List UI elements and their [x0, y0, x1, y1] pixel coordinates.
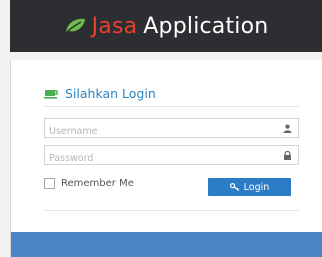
password-field[interactable]	[44, 145, 299, 168]
leaf-icon	[65, 18, 85, 33]
login-panel: Silahkan Login Remember Me Login	[10, 60, 322, 257]
login-title: Silahkan Login	[44, 86, 156, 101]
coffee-cup-icon	[44, 90, 58, 99]
brand-word-jasa: Jasa	[91, 13, 138, 39]
login-title-text: Silahkan Login	[65, 86, 156, 101]
remember-me[interactable]: Remember Me	[44, 178, 134, 189]
login-button[interactable]: Login	[208, 178, 291, 196]
remember-me-label: Remember Me	[61, 178, 134, 189]
key-icon	[229, 183, 240, 191]
username-field[interactable]	[44, 118, 299, 141]
divider	[44, 210, 299, 211]
login-button-label: Login	[243, 181, 270, 193]
username-input[interactable]	[45, 122, 274, 141]
remember-me-checkbox[interactable]	[44, 178, 55, 189]
footer-bar	[11, 232, 322, 257]
divider	[44, 106, 299, 107]
brand-word-application: Application	[143, 13, 269, 39]
password-input[interactable]	[45, 149, 274, 168]
user-icon	[283, 124, 292, 133]
app-brand: Jasa Application	[64, 14, 269, 39]
app-header: Jasa Application	[10, 0, 322, 52]
lock-icon	[284, 151, 291, 160]
